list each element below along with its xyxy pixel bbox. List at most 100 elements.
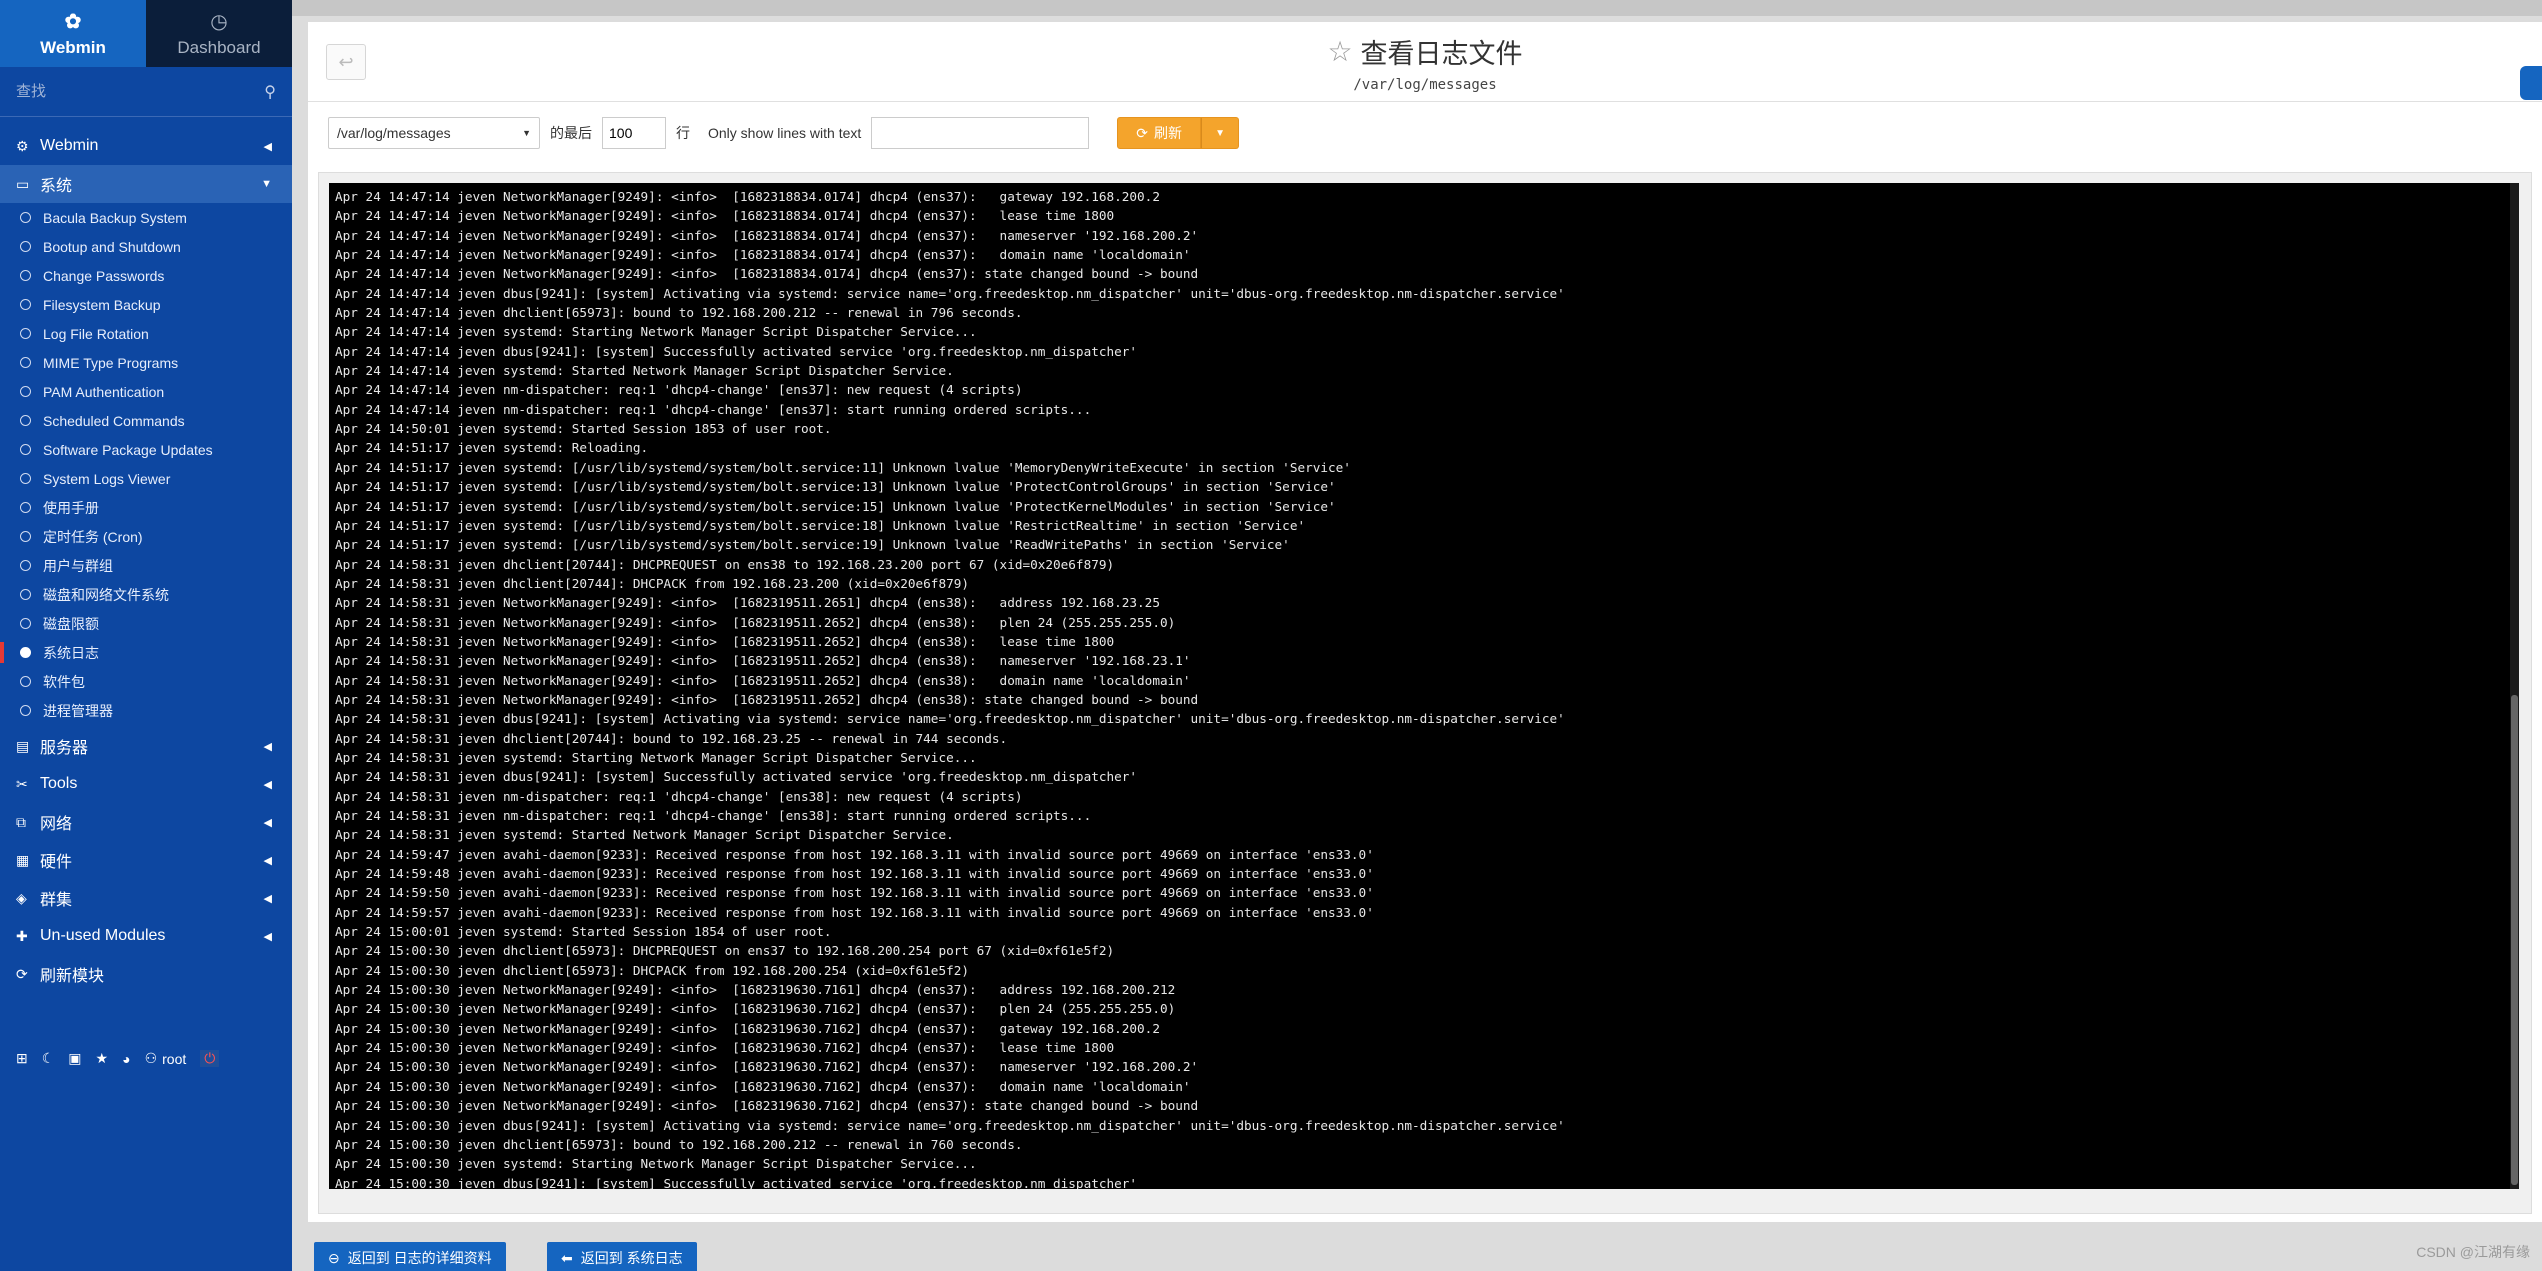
arrow-left-icon: ⬅ [561,1249,573,1266]
log-file-value: /var/log/messages [337,125,451,141]
star-icon[interactable]: ★ [96,1050,109,1067]
sidebar-module-label: Bootup and Shutdown [43,238,181,255]
chevron-left-icon: ◀ [263,740,272,753]
circle-icon [20,531,31,542]
sidebar-category[interactable]: ⧉ 网络 ◀ [0,803,292,841]
sidebar-module-item[interactable]: 软件包 [0,667,292,696]
back-to-details-button[interactable]: ⊖ 返回到 日志的详细资料 [314,1242,506,1271]
circle-icon [20,444,31,455]
log-line: Apr 24 14:58:31 jeven NetworkManager[924… [335,653,1191,669]
sidebar-module-item[interactable]: MIME Type Programs [0,348,292,377]
log-file-select[interactable]: /var/log/messages ▼ [328,117,540,149]
log-line: Apr 24 15:00:30 jeven NetworkManager[924… [335,1040,1115,1056]
lines-count-input[interactable] [602,117,666,149]
category-webmin[interactable]: ⚙ Webmin ◀ [0,127,292,165]
puzzle-icon: ✚ [16,927,28,944]
logout-icon[interactable]: ⏻ [200,1050,220,1067]
log-toolbar: /var/log/messages ▼ 的最后 行 Only show line… [308,102,2542,164]
sidebar-module-item[interactable]: 用户与群组 [0,551,292,580]
sidebar-module-label: 用户与群组 [43,557,113,574]
terminal-icon[interactable]: ▣ [68,1050,81,1067]
tab-dashboard[interactable]: ◷ Dashboard [146,0,292,67]
sidebar-category[interactable]: ✂ Tools ◀ [0,765,292,803]
log-line: Apr 24 14:59:48 jeven avahi-daemon[9233]… [335,866,1374,882]
refresh-label: 刷新 [1154,125,1183,141]
sidebar-category[interactable]: ⟳ 刷新模块 [0,955,292,993]
page-header: ↩ ☆ 查看日志文件 /var/log/messages [308,22,2542,102]
log-line: Apr 24 14:58:31 jeven systemd: Starting … [335,749,977,765]
sidebar: ✿ Webmin ◷ Dashboard ⚲ ⚙ Webmin ◀ ▭ 系统 ▼… [0,0,292,1271]
moon-icon[interactable]: ☾ [42,1050,55,1067]
tab-webmin-label: Webmin [40,38,106,57]
dashboard-icon: ◷ [210,11,228,33]
sidebar-module-item[interactable]: 进程管理器 [0,696,292,725]
sidebar-module-item[interactable]: 定时任务 (Cron) [0,522,292,551]
sidebar-module-item[interactable]: Log File Rotation [0,319,292,348]
scrollbar-thumb[interactable] [2511,695,2518,1185]
refresh-button[interactable]: ⟳ 刷新 [1117,117,1202,149]
refresh-icon: ⟳ [16,965,28,982]
tab-webmin[interactable]: ✿ Webmin [0,0,146,67]
user-menu[interactable]: ⚇ root [145,1050,187,1067]
favorite-star-icon[interactable]: ☆ [1327,35,1352,68]
category-label: 刷新模块 [40,968,105,985]
server-icon: ▤ [16,737,30,754]
sidebar-module-item[interactable]: 磁盘和网络文件系统 [0,580,292,609]
refresh-dropdown-button[interactable]: ▼ [1201,117,1240,149]
back-to-syslog-button[interactable]: ⬅ 返回到 系统日志 [547,1242,697,1271]
filter-text-input[interactable] [871,117,1090,149]
log-line: Apr 24 15:00:30 jeven dhclient[65973]: D… [335,943,1115,959]
category-system[interactable]: ▭ 系统 ▼ [0,165,292,203]
refresh-icon: ⟳ [1136,124,1149,141]
sidebar-module-item[interactable]: PAM Authentication [0,377,292,406]
sidebar-module-label: Change Passwords [43,267,165,284]
search-icon[interactable]: ⚲ [264,82,276,102]
log-line: Apr 24 14:47:14 jeven NetworkManager[924… [335,208,1115,224]
sidebar-module-item[interactable]: Software Package Updates [0,435,292,464]
logs-icon[interactable]: ⊞ [16,1050,28,1067]
sidebar-category[interactable]: ◈ 群集 ◀ [0,879,292,917]
sidebar-category[interactable]: ✚ Un-used Modules ◀ [0,917,292,955]
sidebar-module-item[interactable]: Filesystem Backup [0,290,292,319]
sidebar-module-item[interactable]: 使用手册 [0,493,292,522]
sidebar-module-label: 进程管理器 [43,702,113,719]
sidebar-module-item[interactable]: Change Passwords [0,261,292,290]
last-label: 的最后 [550,125,592,141]
user-icon: ⚇ [144,1050,158,1066]
log-line: Apr 24 15:00:30 jeven NetworkManager[924… [335,1059,1199,1075]
sidebar-category[interactable]: ▦ 硬件 ◀ [0,841,292,879]
sidebar-category[interactable]: ▤ 服务器 ◀ [0,727,292,765]
sidebar-module-item[interactable]: Scheduled Commands [0,406,292,435]
sidebar-module-label: System Logs Viewer [43,470,171,487]
log-line: Apr 24 14:58:31 jeven NetworkManager[924… [335,672,1191,688]
dropdown-caret-icon: ▼ [522,128,531,138]
log-line: Apr 24 14:47:14 jeven dhclient[65973]: b… [335,305,1023,321]
category-list: ▤ 服务器 ◀ ✂ Tools ◀ ⧉ 网络 ◀ ▦ 硬件 ◀ ◈ 群集 ◀ ✚ Un-used Modules… [0,727,292,993]
search-input[interactable] [16,83,265,100]
sidebar-module-label: PAM Authentication [43,383,165,400]
scrollbar[interactable] [2510,183,2519,1189]
sidebar-module-item[interactable]: 磁盘限额 [0,609,292,638]
sidebar-module-item[interactable]: 系统日志 [0,638,292,667]
log-line: Apr 24 15:00:30 jeven dbus[9241]: [syste… [335,1175,1138,1189]
log-line: Apr 24 14:58:31 jeven dhclient[20744]: D… [335,556,1115,572]
notification-bell-icon[interactable] [2520,66,2542,100]
log-line: Apr 24 14:47:14 jeven NetworkManager[924… [335,266,1199,282]
sidebar-module-item[interactable]: Bootup and Shutdown [0,232,292,261]
log-output[interactable]: Apr 24 14:47:14 jeven NetworkManager[924… [329,183,2519,1189]
log-line: Apr 24 14:58:31 jeven NetworkManager[924… [335,633,1115,649]
sidebar-module-label: Filesystem Backup [43,296,161,313]
main-panel: ↩ ☆ 查看日志文件 /var/log/messages /var/log/me… [308,22,2542,1222]
sidebar-module-item[interactable]: System Logs Viewer [0,464,292,493]
log-text: Apr 24 14:47:14 jeven NetworkManager[924… [329,183,2519,1189]
circle-icon [20,676,31,687]
circle-icon [20,589,31,600]
bottom-bar: ⊖ 返回到 日志的详细资料 ⬅ 返回到 系统日志 CSDN @江湖有缘 [292,1222,2542,1271]
category-label: 群集 [40,892,73,909]
sidebar-module-item[interactable]: Bacula Backup System [0,203,292,232]
log-line: Apr 24 15:00:30 jeven NetworkManager[924… [335,1078,1191,1094]
chevron-left-icon: ◀ [263,854,272,867]
log-line: Apr 24 14:58:31 jeven systemd: Started N… [335,827,954,843]
circle-icon [20,502,31,513]
palette-icon[interactable]: ◕ [122,1051,130,1067]
